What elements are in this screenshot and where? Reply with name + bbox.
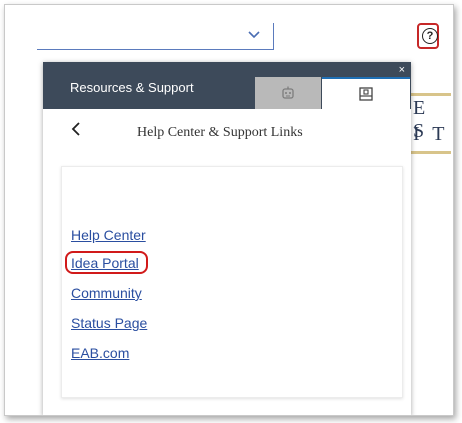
tab-chat[interactable] (255, 77, 321, 109)
section-title: Help Center & Support Links (137, 125, 303, 140)
link-help-center[interactable]: Help Center (71, 227, 146, 243)
question-icon: ? (422, 28, 438, 44)
chevron-down-icon (247, 27, 261, 43)
link-eab-com[interactable]: EAB.com (71, 345, 129, 361)
link-idea-portal[interactable]: Idea Portal (71, 255, 139, 271)
close-icon[interactable]: × (399, 65, 405, 76)
page-title-fragment: I T (413, 123, 449, 145)
panel-nav: Help Center & Support Links (43, 109, 411, 155)
tab-support-links[interactable] (322, 77, 410, 109)
screenshot-frame: ? E S I T Resources & Support × Help Cen… (4, 4, 454, 416)
links-panel-icon (359, 87, 373, 101)
links-card: Help Center Idea Portal Community Status… (61, 166, 403, 398)
dropdown-select[interactable] (37, 23, 274, 50)
panel-title: Resources & Support (70, 80, 194, 95)
panel-header: Resources & Support × (43, 62, 411, 109)
link-community[interactable]: Community (71, 285, 142, 301)
link-status-page[interactable]: Status Page (71, 315, 147, 331)
help-button[interactable]: ? (417, 23, 439, 49)
back-arrow-icon[interactable] (71, 120, 81, 141)
resources-support-panel: Resources & Support × Help Center & Supp… (43, 62, 411, 415)
divider (411, 93, 451, 96)
divider (411, 151, 451, 154)
robot-icon (282, 86, 294, 99)
